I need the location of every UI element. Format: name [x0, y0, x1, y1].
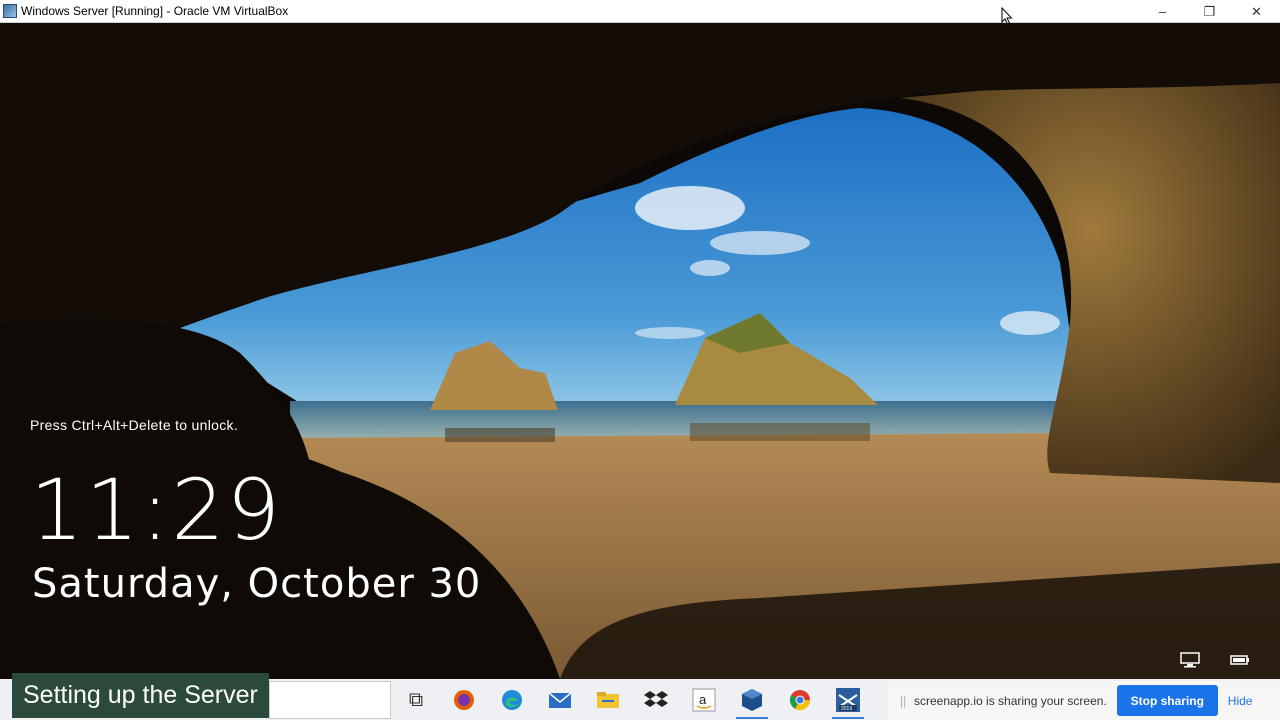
- server-2019-icon: 2019: [836, 688, 860, 712]
- file-explorer-icon: [597, 692, 619, 708]
- video-caption: Setting up the Server: [12, 673, 269, 718]
- amazon-button[interactable]: a: [680, 681, 728, 719]
- svg-text:a: a: [699, 692, 707, 707]
- virtualbox-app-icon: [3, 4, 17, 18]
- virtualbox-icon: [742, 689, 762, 711]
- hide-share-bar-link[interactable]: Hide: [1228, 694, 1253, 708]
- lock-clock: 11:29: [30, 461, 283, 559]
- mouse-cursor-icon: [1001, 7, 1013, 25]
- mail-icon: [548, 692, 572, 708]
- taskbar-search-input[interactable]: [269, 681, 391, 719]
- window-title: Windows Server [Running] - Oracle VM Vir…: [21, 4, 289, 18]
- virtualbox-button[interactable]: [728, 681, 776, 719]
- window-titlebar: Windows Server [Running] - Oracle VM Vir…: [0, 0, 1280, 23]
- svg-text:2019: 2019: [841, 706, 852, 712]
- firefox-icon: [454, 690, 474, 710]
- window-controls: – ❐ ✕: [1139, 0, 1280, 23]
- network-icon[interactable]: [1178, 651, 1202, 669]
- server-2019-button[interactable]: 2019: [824, 681, 872, 719]
- firefox-button[interactable]: [440, 681, 488, 719]
- amazon-icon: a: [692, 688, 716, 712]
- file-explorer-button[interactable]: [584, 681, 632, 719]
- unlock-hint: Press Ctrl+Alt+Delete to unlock.: [30, 417, 239, 433]
- share-status-text: screenapp.io is sharing your screen.: [914, 693, 1107, 708]
- edge-button[interactable]: [488, 681, 536, 719]
- dropbox-button[interactable]: [632, 681, 680, 719]
- chrome-button[interactable]: [776, 681, 824, 719]
- share-bar-grip-icon[interactable]: ||: [900, 694, 914, 708]
- dropbox-icon: [644, 691, 668, 707]
- stop-sharing-button[interactable]: Stop sharing: [1116, 685, 1218, 716]
- task-view-button[interactable]: ⧉: [392, 681, 440, 719]
- taskbar-apps: ⧉ a 2019: [392, 681, 872, 719]
- chrome-icon: [789, 690, 811, 711]
- mail-button[interactable]: [536, 681, 584, 719]
- task-view-icon: ⧉: [408, 688, 424, 711]
- minimize-button[interactable]: –: [1139, 0, 1186, 23]
- lock-date: Saturday, October 30: [32, 561, 482, 607]
- power-status-icon[interactable]: [1228, 651, 1252, 669]
- edge-icon: [502, 690, 522, 710]
- restore-button[interactable]: ❐: [1186, 0, 1233, 23]
- vm-screen[interactable]: Press Ctrl+Alt+Delete to unlock. 11:29 S…: [0, 23, 1280, 679]
- close-button[interactable]: ✕: [1233, 0, 1280, 23]
- screen-share-bar: || screenapp.io is sharing your screen. …: [888, 681, 1280, 720]
